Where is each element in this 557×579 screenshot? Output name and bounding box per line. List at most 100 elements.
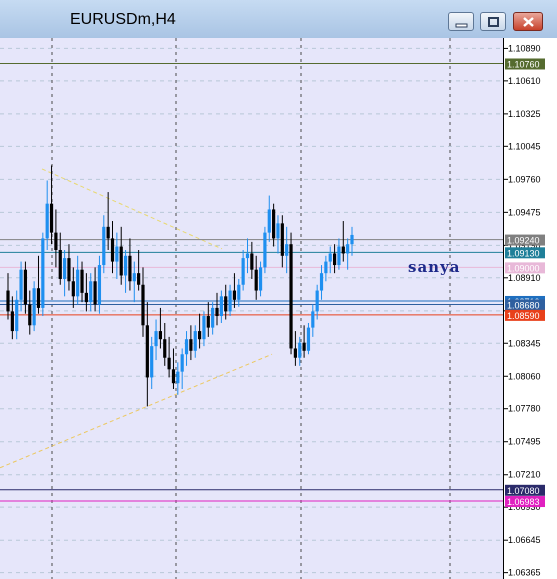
candle-body bbox=[49, 203, 54, 233]
bear-candle bbox=[189, 325, 193, 361]
candle-body bbox=[311, 311, 315, 328]
candle-body bbox=[324, 261, 328, 274]
price-tick-label: 1.10045 bbox=[508, 141, 541, 151]
candle-body bbox=[163, 339, 167, 358]
candle-body bbox=[32, 288, 36, 326]
candle-body bbox=[272, 209, 276, 239]
price-tick-label: 1.10325 bbox=[508, 109, 541, 119]
bull-candle bbox=[319, 265, 324, 300]
candle-body bbox=[97, 265, 102, 305]
bear-candle bbox=[84, 273, 88, 312]
candle-body bbox=[167, 357, 171, 370]
price-level-label: 1.09000 bbox=[507, 263, 540, 273]
candle-body bbox=[293, 348, 297, 358]
bear-candle bbox=[206, 302, 210, 337]
price-tick-label: 1.08060 bbox=[508, 371, 541, 381]
candle-body bbox=[228, 290, 232, 312]
bull-candle bbox=[63, 249, 67, 297]
candle-body bbox=[250, 253, 254, 270]
bull-candle bbox=[315, 284, 319, 320]
bear-candle bbox=[215, 292, 219, 326]
candle-body bbox=[202, 316, 206, 340]
price-tick-label: 1.09475 bbox=[508, 207, 541, 217]
trendline bbox=[41, 168, 223, 250]
bull-candle bbox=[102, 215, 106, 274]
trendlines bbox=[0, 168, 273, 469]
candle-body bbox=[215, 307, 219, 317]
bear-candle bbox=[49, 165, 54, 245]
candle-body bbox=[267, 209, 271, 233]
candle-body bbox=[115, 246, 119, 262]
candle-body bbox=[206, 316, 210, 328]
bull-candle bbox=[176, 362, 180, 395]
bear-candle bbox=[163, 322, 167, 366]
candle-body bbox=[232, 290, 237, 300]
bull-candle bbox=[76, 255, 80, 305]
candle-body bbox=[54, 232, 58, 250]
bear-candle bbox=[293, 331, 297, 366]
candle-body bbox=[76, 269, 80, 297]
bear-candle bbox=[36, 255, 41, 314]
candle-body bbox=[141, 284, 145, 326]
candle-body bbox=[319, 273, 324, 291]
bear-candle bbox=[128, 238, 132, 291]
bull-candle bbox=[211, 302, 215, 335]
bull-candle bbox=[237, 278, 241, 307]
bull-candle bbox=[89, 273, 93, 312]
bull-candle bbox=[193, 325, 197, 358]
candle-body bbox=[237, 284, 241, 300]
candle-body bbox=[298, 342, 302, 358]
candle-body bbox=[67, 258, 71, 282]
bear-candle bbox=[28, 290, 32, 335]
bull-candle bbox=[15, 290, 19, 340]
horizontal-levels bbox=[0, 62, 503, 502]
bear-candle bbox=[254, 255, 258, 300]
price-tick-label: 1.10890 bbox=[508, 43, 541, 53]
candle-body bbox=[110, 238, 115, 262]
candle-body bbox=[346, 244, 350, 254]
bear-candle bbox=[171, 348, 176, 390]
price-tick-label: 1.08910 bbox=[508, 273, 541, 283]
bear-candle bbox=[6, 273, 10, 320]
candle-body bbox=[276, 223, 280, 239]
chart-canvas: 1.10890 1.10610 1.10325 1.10045 1.09760 1.094… bbox=[0, 38, 545, 579]
bull-candle bbox=[337, 238, 341, 270]
price-tick-label: 1.07780 bbox=[508, 404, 541, 414]
grid-lines bbox=[0, 38, 503, 579]
candle-body bbox=[184, 339, 189, 355]
candle-body bbox=[150, 346, 154, 378]
bull-candle bbox=[276, 215, 280, 254]
price-tick-label: 1.06365 bbox=[508, 568, 541, 578]
bear-candle bbox=[110, 221, 115, 274]
candle-body bbox=[289, 244, 293, 349]
bull-candle bbox=[245, 238, 250, 274]
candle-body bbox=[41, 238, 45, 308]
bull-candle bbox=[97, 255, 102, 314]
bear-candle bbox=[106, 192, 110, 250]
bull-candle bbox=[285, 226, 289, 274]
bear-candle bbox=[224, 284, 228, 320]
bear-candle bbox=[332, 244, 337, 274]
price-level-label: 1.10760 bbox=[507, 59, 540, 69]
bear-candle bbox=[145, 302, 149, 407]
candle-body bbox=[45, 203, 49, 239]
price-level-label: 1.06983 bbox=[507, 497, 540, 507]
candle-body bbox=[176, 371, 180, 384]
candle-body bbox=[332, 253, 337, 266]
bear-candle bbox=[272, 203, 276, 247]
bull-candle bbox=[328, 246, 332, 274]
bull-candle bbox=[154, 319, 158, 361]
candle-body bbox=[258, 267, 263, 291]
candle-body bbox=[219, 296, 223, 317]
price-tick-label: 1.07495 bbox=[508, 437, 541, 447]
bull-candle bbox=[150, 336, 154, 390]
bear-candle bbox=[67, 244, 71, 291]
watermark-label: sanya bbox=[408, 258, 461, 276]
price-level-label: 1.09240 bbox=[507, 236, 540, 246]
price-level-label: 1.09130 bbox=[507, 248, 540, 258]
price-tick-label: 1.09760 bbox=[508, 174, 541, 184]
price-tick-label: 1.06645 bbox=[508, 535, 541, 545]
bull-candle bbox=[228, 284, 232, 317]
bull-candle bbox=[267, 195, 271, 242]
price-tick-label: 1.07210 bbox=[508, 470, 541, 480]
